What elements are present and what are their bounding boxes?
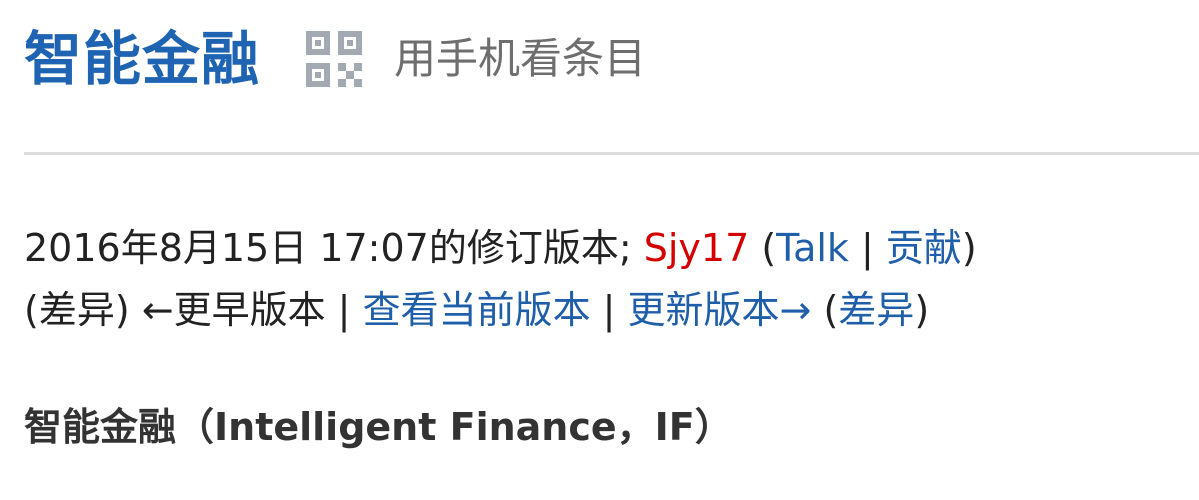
revision-timestamp: 2016年8月15日 17:07的修订版本;	[24, 226, 644, 270]
open-paren: (	[749, 226, 777, 270]
mobile-view-link[interactable]: 用手机看条目	[394, 38, 646, 80]
user-link[interactable]: Sjy17	[644, 226, 750, 270]
header-divider	[24, 152, 1199, 155]
user-contrib-link[interactable]: 贡献	[886, 226, 962, 270]
current-revision-link[interactable]: 查看当前版本	[363, 288, 591, 332]
revision-navigation: (差异) ←更早版本 | 查看当前版本 | 更新版本→ (差异)	[24, 288, 930, 332]
revision-info: 2016年8月15日 17:07的修订版本; Sjy17 (Talk | 贡献)	[24, 226, 977, 272]
diff-prev-label: 差异	[38, 288, 115, 332]
older-revision-label: ←更早版本	[141, 288, 326, 332]
article-heading: 智能金融（Intelligent Finance，IF）	[24, 405, 733, 449]
close-paren: )	[961, 226, 977, 270]
user-talk-link[interactable]: Talk	[776, 226, 849, 270]
newer-revision-link[interactable]: 更新版本→	[628, 288, 812, 332]
diff-next-link[interactable]: 差异	[838, 288, 914, 332]
separator: |	[848, 226, 886, 270]
page-title: 智能金融	[24, 25, 261, 93]
page-header: 智能金融 用手机看条目	[24, 30, 646, 88]
qr-code-icon[interactable]	[306, 31, 363, 87]
